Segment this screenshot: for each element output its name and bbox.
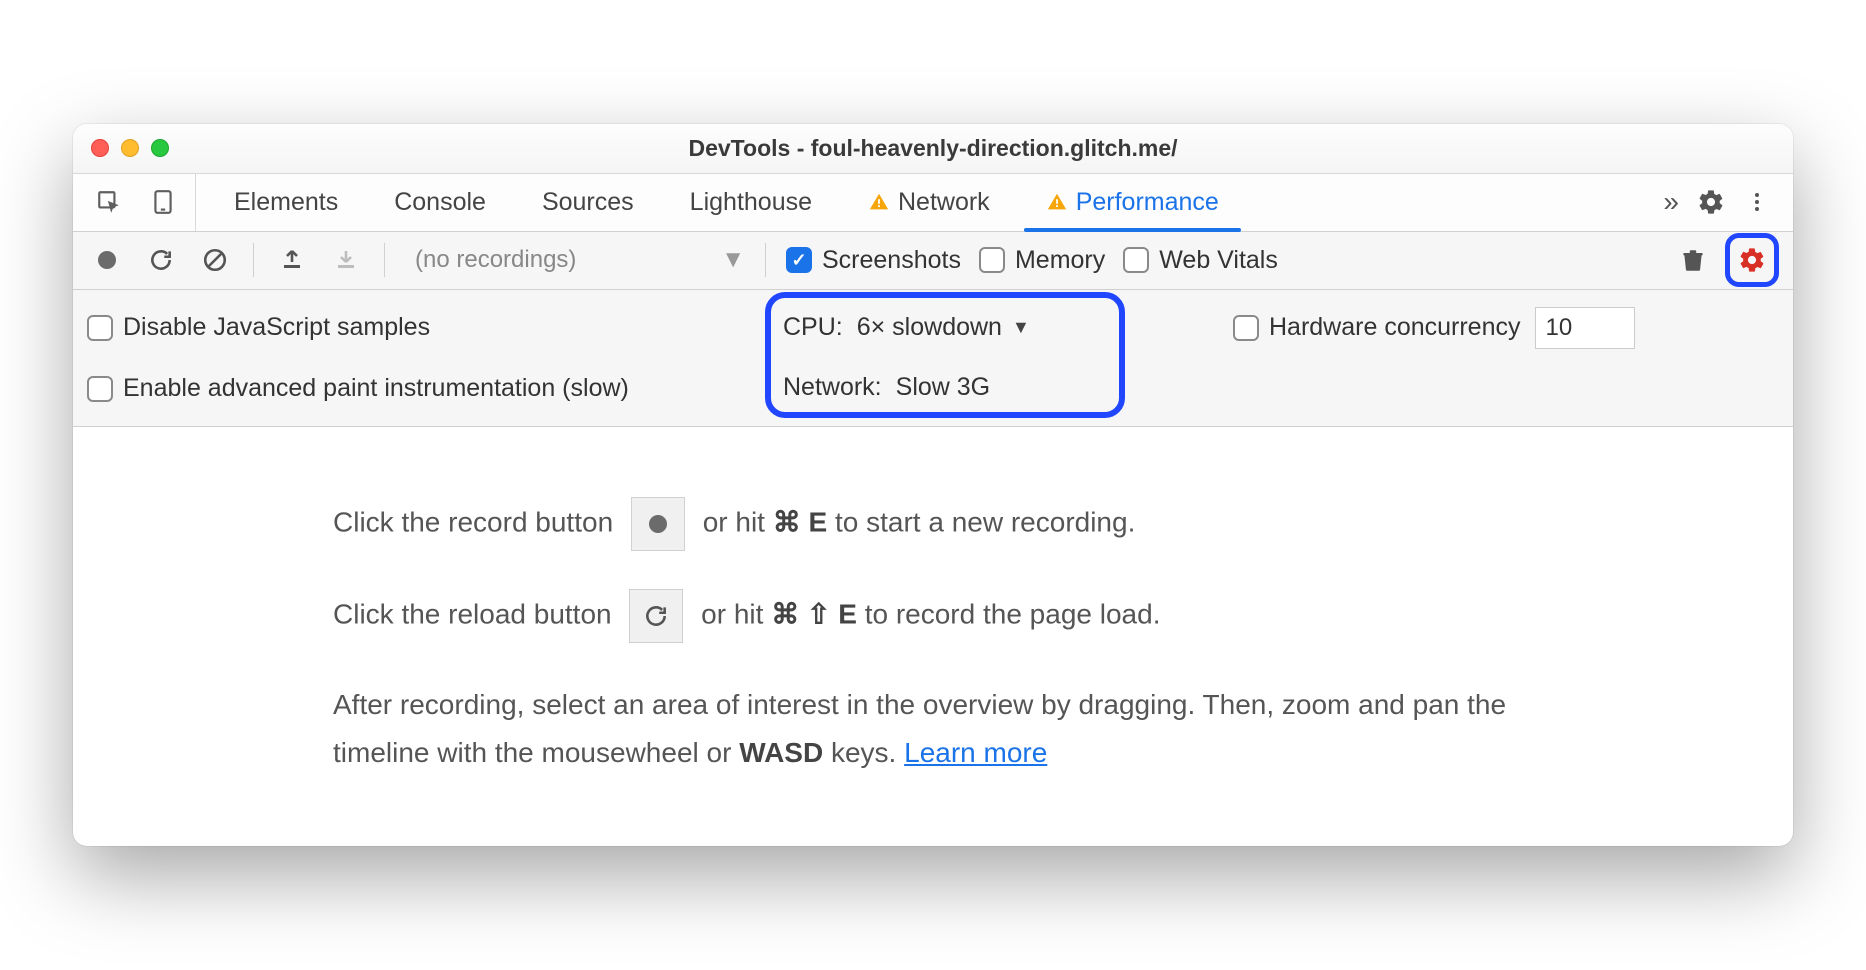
hardware-concurrency-checkbox[interactable]: Hardware concurrency [1233,313,1521,342]
clear-button[interactable] [197,242,233,278]
checkbox-icon [1233,315,1259,341]
reload-hint: Click the reload button or hit ⌘ ⇧ E to … [333,589,1533,643]
reload-record-button[interactable] [143,242,179,278]
screenshots-checkbox[interactable]: ✓ Screenshots [786,246,961,275]
kebab-menu-icon[interactable] [1739,184,1775,220]
zoom-window-button[interactable] [151,139,169,157]
zoom-hint: After recording, select an area of inter… [333,681,1533,776]
cpu-throttle-label: CPU: [783,313,843,342]
enable-paint-instrumentation-checkbox[interactable]: Enable advanced paint instrumentation (s… [87,372,629,405]
record-button-inline[interactable] [631,497,685,551]
capture-settings-highlight [1725,233,1779,287]
checkbox-icon [979,247,1005,273]
tab-sources[interactable]: Sources [514,174,662,231]
reload-button-inline[interactable] [629,589,683,643]
titlebar: DevTools - foul-heavenly-direction.glitc… [73,124,1793,174]
record-button[interactable] [89,242,125,278]
devtools-tabs: Elements Console Sources Lighthouse Netw… [196,174,1653,231]
network-throttle-label: Network: [783,373,882,402]
chevron-down-icon: ▼ [721,246,745,274]
performance-empty-state: Click the record button or hit ⌘ E to st… [73,427,1793,846]
tab-lighthouse[interactable]: Lighthouse [662,174,840,231]
capture-settings-panel: Disable JavaScript samples CPU: 6× slowd… [73,290,1793,427]
device-toolbar-icon[interactable] [145,184,181,220]
window-title: DevTools - foul-heavenly-direction.glitc… [73,135,1793,162]
checkbox-icon [87,376,113,402]
more-tabs-button[interactable]: » [1653,174,1689,231]
inspect-element-icon[interactable] [91,184,127,220]
devtools-tabs-row: Elements Console Sources Lighthouse Netw… [73,174,1793,232]
record-hint: Click the record button or hit ⌘ E to st… [333,497,1533,551]
checkbox-icon [87,315,113,341]
warning-icon [1046,191,1068,213]
cpu-throttle-select[interactable]: 6× slowdown ▼ [857,313,1030,342]
minimize-window-button[interactable] [121,139,139,157]
tab-network[interactable]: Network [840,174,1018,231]
web-vitals-checkbox[interactable]: Web Vitals [1123,246,1278,275]
devtools-window: DevTools - foul-heavenly-direction.glitc… [73,124,1793,846]
tab-performance[interactable]: Performance [1018,174,1247,231]
hardware-concurrency-input[interactable] [1535,307,1635,349]
learn-more-link[interactable]: Learn more [904,737,1047,768]
tab-elements[interactable]: Elements [206,174,366,231]
recordings-dropdown[interactable]: (no recordings) ▼ [405,246,745,274]
garbage-collect-icon[interactable] [1675,242,1711,278]
load-profile-icon[interactable] [274,242,310,278]
capture-settings-gear-icon[interactable] [1734,242,1770,278]
memory-checkbox[interactable]: Memory [979,246,1105,275]
recordings-dropdown-label: (no recordings) [415,246,576,274]
tab-console[interactable]: Console [366,174,514,231]
network-throttle-select[interactable]: Slow 3G [896,373,990,402]
warning-icon [868,191,890,213]
close-window-button[interactable] [91,139,109,157]
performance-toolbar: (no recordings) ▼ ✓ Screenshots Memory W… [73,232,1793,290]
chevron-down-icon: ▼ [1012,317,1030,338]
traffic-lights [91,139,169,157]
checkbox-icon: ✓ [786,247,812,273]
disable-js-samples-checkbox[interactable]: Disable JavaScript samples [87,313,430,342]
settings-gear-icon[interactable] [1693,184,1729,220]
save-profile-icon[interactable] [328,242,364,278]
checkbox-icon [1123,247,1149,273]
